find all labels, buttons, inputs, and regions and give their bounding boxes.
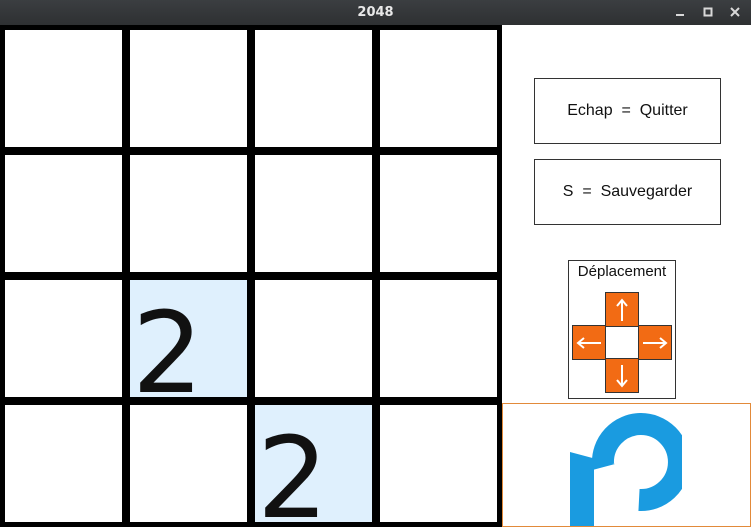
board-cell-r4-c2 (130, 405, 247, 522)
board-cell-r4-c1 (5, 405, 122, 522)
arrow-left-icon[interactable] (572, 325, 606, 360)
board-cell-r3-c1 (5, 280, 122, 397)
close-icon[interactable] (726, 3, 744, 21)
arrow-right-icon[interactable] (638, 325, 672, 360)
board-cell-r2-c3 (255, 155, 372, 272)
board-cell-r3-c3 (255, 280, 372, 397)
board-cell-r1-c3 (255, 30, 372, 147)
board-cell-r3-c2: 2 (130, 280, 247, 397)
board-cell-r4-c4 (380, 405, 497, 522)
minimize-icon[interactable] (671, 3, 689, 21)
board-cell-r4-c3: 2 (255, 405, 372, 522)
arrow-up-icon[interactable] (605, 292, 639, 327)
quit-key-hint: Echap = Quitter (534, 78, 721, 144)
board-cell-r2-c4 (380, 155, 497, 272)
board-cell-r1-c1 (5, 30, 122, 147)
tile-value: 2 (257, 414, 328, 522)
board-cell-r1-c4 (380, 30, 497, 147)
movement-label: Déplacement (577, 263, 667, 280)
tile-value: 2 (132, 289, 203, 397)
restart-icon (570, 413, 682, 526)
restart-button[interactable] (502, 403, 751, 527)
title-bar: 2048 (0, 0, 751, 25)
arrow-down-icon[interactable] (605, 358, 639, 393)
game-board: 22 (0, 25, 502, 527)
maximize-icon[interactable] (699, 3, 717, 21)
board-cell-r2-c1 (5, 155, 122, 272)
window-title: 2048 (357, 5, 394, 20)
board-cell-r1-c2 (130, 30, 247, 147)
board-cell-r2-c2 (130, 155, 247, 272)
board-cell-r3-c4 (380, 280, 497, 397)
save-key-hint: S = Sauvegarder (534, 159, 721, 225)
